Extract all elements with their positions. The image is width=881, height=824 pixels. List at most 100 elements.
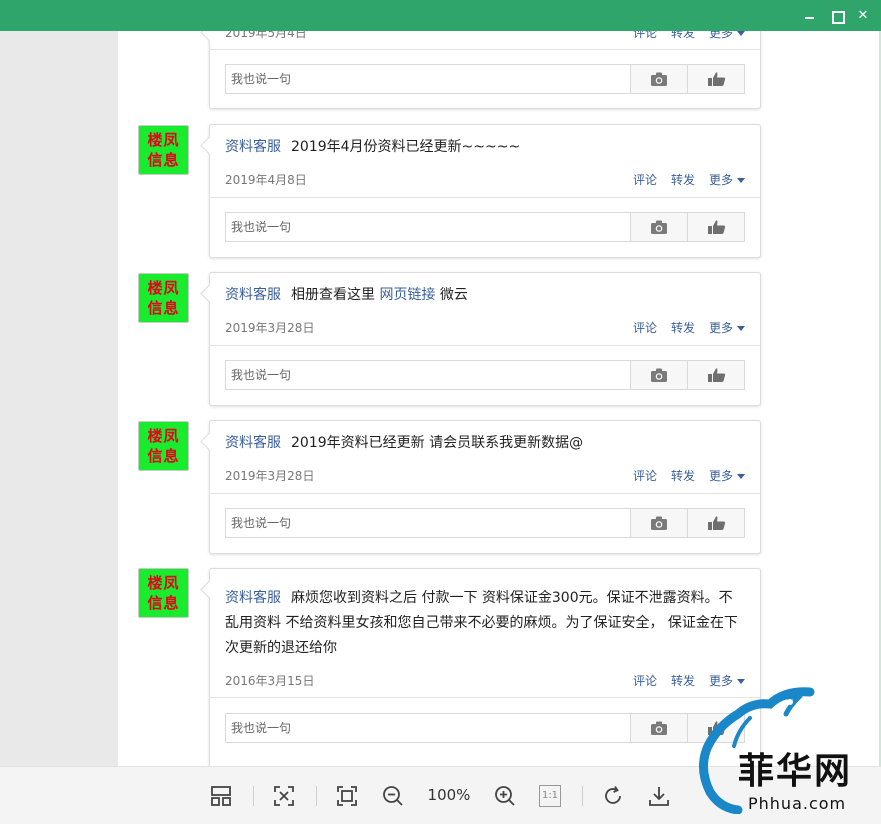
post-actions: 评论 转发 更多	[619, 466, 745, 486]
camera-icon	[651, 72, 667, 86]
avatar-line1: 楼凤	[147, 131, 180, 149]
actual-size-button[interactable]	[332, 781, 362, 811]
divider	[210, 49, 760, 50]
photo-button[interactable]	[630, 65, 687, 93]
more-label: 更多	[708, 321, 733, 335]
thumbs-up-icon	[708, 516, 726, 530]
post-body: 资料客服 相册查看这里 网页链接 微云	[225, 283, 740, 308]
forward-link[interactable]: 转发	[671, 469, 695, 483]
comment-input[interactable]	[226, 714, 630, 742]
post-meta: 2019年3月28日 评论 转发 更多	[225, 318, 745, 338]
more-link[interactable]: 更多	[709, 469, 745, 483]
maximize-button[interactable]	[827, 6, 847, 26]
download-button[interactable]	[644, 781, 674, 811]
forward-link[interactable]: 转发	[671, 31, 695, 40]
avatar-line2: 信息	[147, 151, 180, 169]
comment-link[interactable]: 评论	[633, 469, 657, 483]
post-date: 2019年3月28日	[225, 469, 315, 483]
toolbar-separator	[253, 786, 254, 806]
post-actions: 评论 转发 更多	[619, 170, 745, 190]
thumbs-up-icon	[708, 220, 726, 234]
post-text-suffix: 微云	[439, 287, 468, 303]
post-date: 2016年3月15日	[225, 674, 315, 688]
photo-button[interactable]	[630, 714, 687, 742]
minimize-button[interactable]	[800, 6, 820, 26]
rotate-icon	[605, 785, 621, 804]
caret-down-icon	[737, 474, 745, 479]
post-text: 相册查看这里	[291, 287, 375, 303]
like-button[interactable]	[687, 65, 744, 93]
post-author[interactable]: 资料客服	[225, 590, 281, 606]
avatar[interactable]: 楼凤 信息	[138, 273, 189, 323]
zoom-level: 100%	[427, 786, 471, 804]
more-label: 更多	[708, 31, 733, 40]
post-meta: 2019年5月4日 评论 转发 更多	[225, 31, 745, 43]
comment-link[interactable]: 评论	[633, 173, 657, 187]
post-card: 资料客服 相册查看这里 网页链接 微云 2019年3月28日 评论 转发 更多	[209, 272, 761, 406]
comment-link[interactable]: 评论	[633, 31, 657, 40]
comment-input[interactable]	[226, 361, 630, 389]
forward-link[interactable]: 转发	[671, 173, 695, 187]
close-button[interactable]: ✕	[853, 6, 873, 26]
comment-input[interactable]	[226, 65, 630, 93]
more-link[interactable]: 更多	[709, 173, 745, 187]
avatar[interactable]: 楼凤 信息	[138, 125, 189, 175]
zoom-in-icon	[495, 786, 515, 806]
post-card: 资料客服 麻烦您收到资料之后 付款一下 资料保证金300元。保证不泄露资料。不乱用…	[209, 568, 761, 766]
camera-icon	[651, 368, 667, 382]
toolbar-separator	[316, 786, 317, 806]
photo-button[interactable]	[630, 509, 687, 537]
fit-screen-icon	[274, 786, 294, 806]
divider	[210, 345, 760, 346]
post-text: 2019年资料已经更新 请会员联系我更新数据@	[291, 435, 584, 451]
photo-button[interactable]	[630, 213, 687, 241]
comment-input[interactable]	[226, 213, 630, 241]
post-text: 2019年4月份资料已经更新~~~~~	[291, 139, 521, 155]
layout-grid-icon	[211, 786, 231, 806]
avatar[interactable]: 楼凤 信息	[138, 568, 189, 618]
watermark-url: Phhua.com	[748, 794, 847, 813]
forward-link[interactable]: 转发	[671, 321, 695, 335]
one-to-one-button[interactable]: 1:1	[535, 781, 565, 811]
post-card: 2019年5月4日 评论 转发 更多	[209, 31, 761, 109]
post-date: 2019年3月28日	[225, 321, 315, 335]
divider	[210, 493, 760, 494]
watermark: 菲华网 Phhua.com	[690, 684, 881, 824]
avatar-line2: 信息	[147, 594, 180, 612]
post-actions: 评论 转发 更多	[619, 318, 745, 338]
comment-row	[225, 713, 745, 743]
zoom-out-button[interactable]	[378, 781, 408, 811]
avatar[interactable]: 楼凤 信息	[138, 421, 189, 471]
like-button[interactable]	[687, 213, 744, 241]
more-link[interactable]: 更多	[709, 321, 745, 335]
comment-link[interactable]: 评论	[633, 321, 657, 335]
image-viewport[interactable]: 2019年5月4日 评论转发更多 楼凤信息 资料客服2019年4月份资料已经更新…	[118, 31, 879, 766]
toolbar-separator	[582, 786, 583, 806]
left-margin	[0, 31, 118, 766]
like-button[interactable]	[687, 361, 744, 389]
more-label: 更多	[708, 469, 733, 483]
thumbs-up-icon	[708, 72, 726, 86]
more-link[interactable]: 更多	[709, 31, 745, 40]
comment-row	[225, 360, 745, 390]
post-author[interactable]: 资料客服	[225, 287, 281, 303]
fit-screen-button[interactable]	[269, 781, 299, 811]
post-body: 资料客服 2019年4月份资料已经更新~~~~~	[225, 135, 740, 160]
web-link[interactable]: 网页链接	[379, 287, 435, 303]
avatar-line1: 楼凤	[147, 427, 180, 445]
post-card: 资料客服 2019年4月份资料已经更新~~~~~ 2019年4月8日 评论 转发 更多	[209, 124, 761, 258]
zoom-in-button[interactable]	[490, 781, 520, 811]
like-button[interactable]	[687, 509, 744, 537]
photo-button[interactable]	[630, 361, 687, 389]
post-author[interactable]: 资料客服	[225, 435, 281, 451]
comment-row	[225, 212, 745, 242]
post-author[interactable]: 资料客服	[225, 139, 281, 155]
caret-down-icon	[737, 326, 745, 331]
layout-button[interactable]	[206, 781, 236, 811]
comment-link[interactable]: 评论	[633, 674, 657, 688]
watermark-brand: 菲华网	[738, 750, 853, 792]
post-text: 麻烦您收到资料之后 付款一下 资料保证金300元。保证不泄露资料。不乱用资料 不…	[225, 590, 738, 656]
rotate-button[interactable]	[598, 781, 628, 811]
comment-input[interactable]	[226, 509, 630, 537]
caret-down-icon	[737, 178, 745, 183]
